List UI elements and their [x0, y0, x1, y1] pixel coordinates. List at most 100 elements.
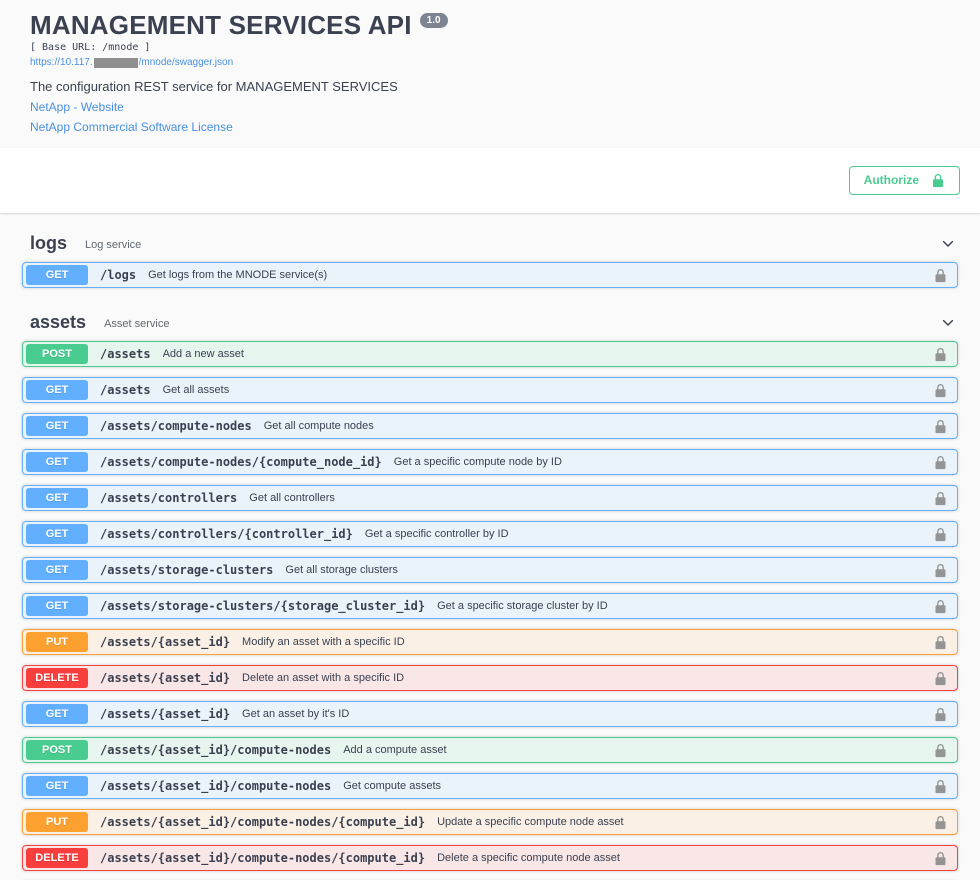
operation-row[interactable]: DELETE /assets/{asset_id}/compute-nodes/…: [22, 845, 958, 871]
website-link[interactable]: NetApp - Website: [30, 101, 124, 114]
operation-row[interactable]: PUT /assets/{asset_id} Modify an asset w…: [22, 629, 958, 655]
operation-row[interactable]: GET /assets/storage-clusters/{storage_cl…: [22, 593, 958, 619]
section-title: assets: [30, 312, 86, 333]
operation-row[interactable]: GET /assets/{asset_id} Get an asset by i…: [22, 701, 958, 727]
lock-icon[interactable]: [924, 743, 947, 758]
operation-summary: Add a compute asset: [343, 744, 446, 756]
operation-row[interactable]: DELETE /assets/{asset_id} Delete an asse…: [22, 665, 958, 691]
operation-summary: Get an asset by it's ID: [242, 708, 349, 720]
method-badge: GET: [26, 776, 88, 796]
spec-url-prefix: https://10.117.: [30, 57, 93, 69]
method-badge: GET: [26, 488, 88, 508]
lock-icon[interactable]: [924, 599, 947, 614]
lock-icon[interactable]: [924, 419, 947, 434]
operation-path: /assets/{asset_id}: [100, 707, 230, 721]
api-title-row: MANAGEMENT SERVICES API 1.0: [30, 10, 950, 40]
spec-url-suffix: /mnode/swagger.json: [139, 57, 234, 69]
operation-row[interactable]: GET /assets/compute-nodes/{compute_node_…: [22, 449, 958, 475]
lock-icon[interactable]: [924, 815, 947, 830]
lock-closed-icon: [931, 173, 945, 188]
operation-summary: Get all compute nodes: [264, 420, 374, 432]
method-badge: GET: [26, 560, 88, 580]
lock-icon[interactable]: [924, 635, 947, 650]
lock-icon[interactable]: [924, 491, 947, 506]
lock-icon[interactable]: [924, 268, 947, 283]
operation-path: /assets/{asset_id}/compute-nodes: [100, 743, 331, 757]
api-title: MANAGEMENT SERVICES API: [30, 10, 412, 40]
operation-summary: Update a specific compute node asset: [437, 816, 624, 828]
operation-row[interactable]: POST /assets/{asset_id}/compute-nodes Ad…: [22, 737, 958, 763]
lock-icon[interactable]: [924, 383, 947, 398]
method-badge: GET: [26, 416, 88, 436]
lock-icon[interactable]: [924, 347, 947, 362]
section-title: logs: [30, 233, 67, 254]
method-badge: GET: [26, 524, 88, 544]
operations-container: logs Log service GET /logs Get logs from…: [0, 215, 980, 880]
lock-icon[interactable]: [924, 779, 947, 794]
lock-icon[interactable]: [924, 563, 947, 578]
operation-row[interactable]: GET /assets/controllers Get all controll…: [22, 485, 958, 511]
operation-row[interactable]: GET /assets/controllers/{controller_id} …: [22, 521, 958, 547]
scheme-container: Authorize: [0, 148, 980, 213]
operation-row[interactable]: GET /assets/compute-nodes Get all comput…: [22, 413, 958, 439]
operation-path: /assets/storage-clusters/{storage_cluste…: [100, 599, 425, 613]
license-link[interactable]: NetApp Commercial Software License: [30, 121, 233, 134]
operation-summary: Modify an asset with a specific ID: [242, 636, 405, 648]
lock-icon[interactable]: [924, 527, 947, 542]
method-badge: DELETE: [26, 848, 88, 868]
operation-path: /assets/compute-nodes: [100, 419, 252, 433]
swagger-ui-page: MANAGEMENT SERVICES API 1.0 [ Base URL: …: [0, 0, 980, 880]
spec-url-link[interactable]: https://10.117. /mnode/swagger.json: [30, 57, 233, 69]
operation-path: /assets/controllers/{controller_id}: [100, 527, 353, 541]
api-description: The configuration REST service for MANAG…: [30, 79, 950, 94]
operation-path: /assets/controllers: [100, 491, 237, 505]
operation-path: /assets/{asset_id}: [100, 635, 230, 649]
operation-row[interactable]: GET /logs Get logs from the MNODE servic…: [22, 262, 958, 288]
section-description: Asset service: [104, 318, 169, 330]
operation-summary: Add a new asset: [163, 348, 244, 360]
method-badge: PUT: [26, 812, 88, 832]
operation-summary: Get a specific compute node by ID: [394, 456, 562, 468]
operation-path: /logs: [100, 268, 136, 282]
version-badge: 1.0: [420, 13, 448, 28]
method-badge: PUT: [26, 632, 88, 652]
chevron-down-icon[interactable]: [940, 315, 956, 331]
method-badge: GET: [26, 380, 88, 400]
operation-summary: Get compute assets: [343, 780, 441, 792]
operation-row[interactable]: PUT /assets/{asset_id}/compute-nodes/{co…: [22, 809, 958, 835]
operation-path: /assets/compute-nodes/{compute_node_id}: [100, 455, 382, 469]
base-url: [ Base URL: /mnode ]: [30, 42, 950, 54]
method-badge: POST: [26, 344, 88, 364]
operation-summary: Get all storage clusters: [285, 564, 398, 576]
authorize-label: Authorize: [864, 174, 919, 187]
method-badge: GET: [26, 452, 88, 472]
lock-icon[interactable]: [924, 455, 947, 470]
operation-row[interactable]: GET /assets/{asset_id}/compute-nodes Get…: [22, 773, 958, 799]
operation-row[interactable]: GET /assets/storage-clusters Get all sto…: [22, 557, 958, 583]
chevron-down-icon[interactable]: [940, 236, 956, 252]
operation-path: /assets/{asset_id}/compute-nodes/{comput…: [100, 851, 425, 865]
operation-path: /assets/{asset_id}/compute-nodes/{comput…: [100, 815, 425, 829]
redacted-ip-segment: [94, 58, 138, 68]
operation-summary: Delete an asset with a specific ID: [242, 672, 404, 684]
operation-summary: Get a specific storage cluster by ID: [437, 600, 608, 612]
operation-path: /assets/{asset_id}: [100, 671, 230, 685]
method-badge: GET: [26, 596, 88, 616]
lock-icon[interactable]: [924, 707, 947, 722]
method-badge: GET: [26, 704, 88, 724]
lock-icon[interactable]: [924, 671, 947, 686]
operation-path: /assets: [100, 347, 151, 361]
operation-summary: Get all assets: [163, 384, 230, 396]
section-header-logs[interactable]: logs Log service: [20, 225, 960, 262]
authorize-button[interactable]: Authorize: [849, 166, 960, 195]
operation-row[interactable]: POST /assets Add a new asset: [22, 341, 958, 367]
operation-row[interactable]: GET /assets Get all assets: [22, 377, 958, 403]
operation-summary: Delete a specific compute node asset: [437, 852, 620, 864]
section-header-assets[interactable]: assets Asset service: [20, 298, 960, 341]
operation-path: /assets/storage-clusters: [100, 563, 273, 577]
method-badge: DELETE: [26, 668, 88, 688]
method-badge: POST: [26, 740, 88, 760]
section-description: Log service: [85, 239, 141, 251]
operation-summary: Get a specific controller by ID: [365, 528, 509, 540]
lock-icon[interactable]: [924, 851, 947, 866]
